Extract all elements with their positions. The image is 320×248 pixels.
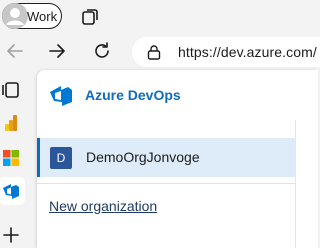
microsoft-logo-icon[interactable] — [2, 149, 20, 167]
azure-devops-logo-icon — [50, 86, 72, 106]
profile-label: Work — [27, 9, 58, 24]
back-arrow-icon[interactable] — [5, 41, 25, 61]
tab-stack-icon[interactable] — [2, 81, 20, 99]
person-avatar-icon — [2, 3, 28, 29]
profile-button[interactable]: Work — [2, 3, 62, 29]
url-text[interactable]: https://dev.azure.com/ — [178, 44, 317, 60]
address-bar[interactable]: https://dev.azure.com/ — [132, 37, 320, 67]
org-badge: D — [50, 147, 72, 169]
navigation-toolbar: https://dev.azure.com/ — [0, 34, 320, 68]
new-organization-link[interactable]: New organization — [49, 198, 157, 214]
title-bar: Work — [0, 0, 318, 34]
azure-devops-panel: Azure DevOps D DemoOrgJonvoge New organi… — [37, 70, 318, 248]
tab-actions-icon[interactable] — [80, 7, 100, 27]
plus-icon[interactable] — [2, 226, 20, 244]
organization-item[interactable]: D DemoOrgJonvoge — [37, 138, 295, 177]
browser-sidebar — [0, 68, 36, 248]
horizontal-divider — [37, 183, 295, 184]
power-bi-icon[interactable] — [2, 114, 20, 132]
brand-title: Azure DevOps — [85, 87, 181, 103]
lock-icon[interactable] — [146, 44, 162, 60]
vertical-divider — [295, 120, 296, 248]
refresh-icon[interactable] — [92, 41, 112, 61]
forward-arrow-icon[interactable] — [47, 41, 67, 61]
panel-header: Azure DevOps — [37, 70, 318, 120]
org-name: DemoOrgJonvoge — [86, 149, 200, 165]
azure-devops-icon[interactable] — [2, 182, 20, 200]
